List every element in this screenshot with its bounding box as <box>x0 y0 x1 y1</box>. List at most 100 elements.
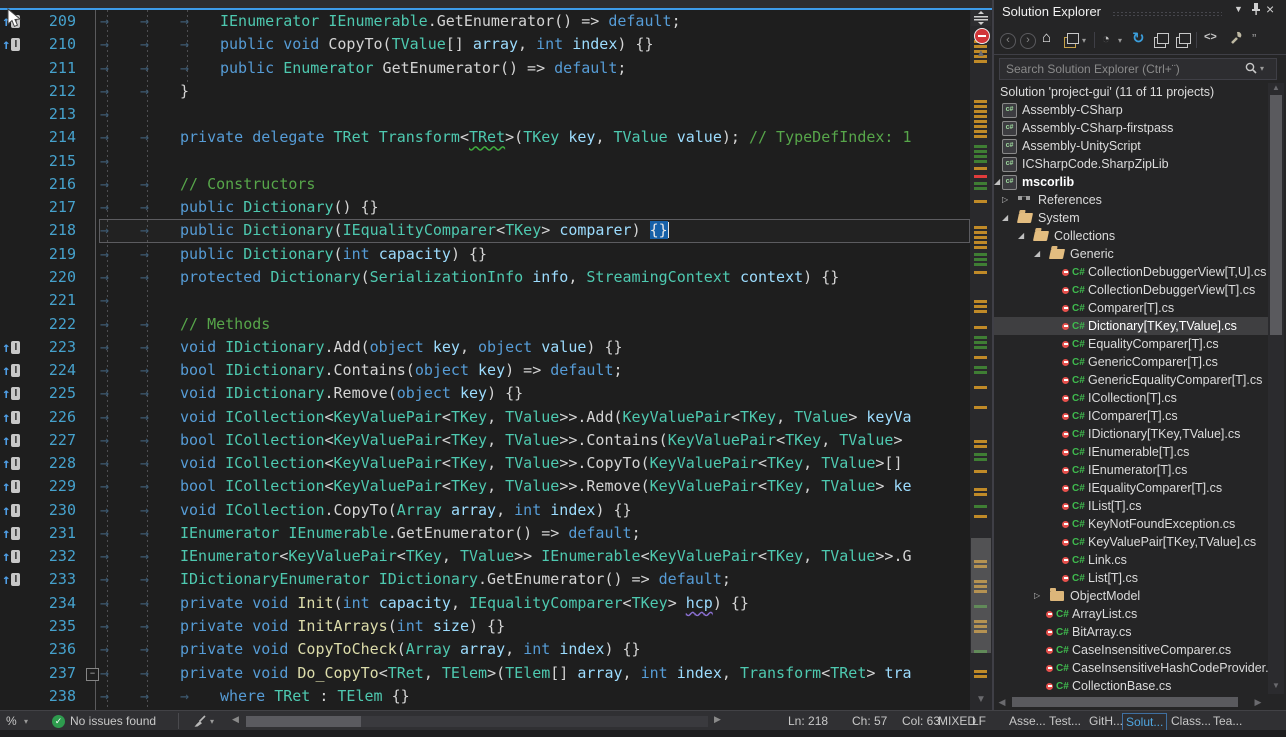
code-line[interactable]: ↑I230→→void ICollection.CopyTo(Array arr… <box>0 499 992 522</box>
expander-open-icon[interactable]: ◢ <box>1034 245 1040 263</box>
tree-item[interactable]: C#CollectionBase.cs <box>994 677 1268 695</box>
tree-item[interactable]: ▷ObjectModel <box>994 587 1268 605</box>
implements-glyph-icon[interactable]: ↑I <box>2 432 20 450</box>
tree-item[interactable]: C#IEnumerator[T].cs <box>994 461 1268 479</box>
switch-views-dropdown-icon[interactable]: ▾ <box>1082 36 1086 45</box>
code-line[interactable]: 211→→→public Enumerator GetEnumerator() … <box>0 57 992 80</box>
code-line[interactable]: 213→ <box>0 103 992 126</box>
code-line[interactable]: ↑I231→→IEnumerator IEnumerable.GetEnumer… <box>0 522 992 545</box>
tree-horizontal-scrollbar[interactable]: ◀ ▶ <box>994 694 1268 710</box>
status-line-ending-mode[interactable]: MIXED <box>938 714 976 728</box>
implements-glyph-icon[interactable]: ↑I <box>2 455 20 473</box>
toolbar-overflow-icon[interactable]: ” <box>1252 31 1256 46</box>
tree-item[interactable]: ◢c#mscorlib <box>994 173 1268 191</box>
tree-item[interactable]: C#EqualityComparer[T].cs <box>994 335 1268 353</box>
tree-item[interactable]: C#IList[T].cs <box>994 497 1268 515</box>
pending-changes-filter-button[interactable]: ◔ <box>1102 31 1110 46</box>
code-line[interactable]: 237→→private void Do_CopyTo<TRet, TElem>… <box>0 662 992 685</box>
tree-item[interactable]: C#ArrayList.cs <box>994 605 1268 623</box>
tool-window-tab[interactable]: Tea... <box>1210 713 1245 729</box>
tree-item[interactable]: C#Dictionary[TKey,TValue].cs <box>994 317 1268 335</box>
filter-dropdown-icon[interactable]: ▾ <box>1118 36 1122 45</box>
search-dropdown-icon[interactable]: ▾ <box>1260 64 1264 73</box>
code-line[interactable]: 222→→// Methods <box>0 313 992 336</box>
tree-item[interactable]: ▷References <box>994 191 1268 209</box>
implements-glyph-icon[interactable]: ↑I <box>2 548 20 566</box>
tree-item[interactable]: C#KeyNotFoundException.cs <box>994 515 1268 533</box>
status-char[interactable]: Ch: 57 <box>852 714 887 728</box>
tool-window-tab[interactable]: Asse... <box>1006 713 1049 729</box>
implements-glyph-icon[interactable]: ↑I <box>2 502 20 520</box>
hscroll-right-arrow-icon[interactable]: ▶ <box>714 714 721 725</box>
scrollbar-thumb[interactable] <box>1012 697 1238 707</box>
preview-selected-items-button[interactable] <box>1176 37 1188 48</box>
code-line[interactable]: 212→→} <box>0 80 992 103</box>
code-line[interactable]: 236→→private void CopyToCheck(Array arra… <box>0 638 992 661</box>
tree-item[interactable]: Solution 'project-gui' (11 of 11 project… <box>994 83 1268 101</box>
tree-item[interactable]: C#IEnumerable[T].cs <box>994 443 1268 461</box>
scroll-left-arrow-icon[interactable]: ◀ <box>996 697 1008 708</box>
properties-wrench-button[interactable] <box>1228 30 1243 48</box>
refresh-button[interactable]: ↻ <box>1132 29 1145 47</box>
code-line[interactable]: ↑I210→→→public void CopyTo(TValue[] arra… <box>0 33 992 56</box>
code-line[interactable]: ↑I209→→→IEnumerator IEnumerable.GetEnume… <box>0 10 992 33</box>
code-line[interactable]: ↑I224→→bool IDictionary.Contains(object … <box>0 359 992 382</box>
scrollbar-thumb[interactable] <box>246 716 361 727</box>
scrollbar-thumb[interactable] <box>971 538 991 653</box>
scrollbar-thumb[interactable] <box>1270 95 1282 335</box>
tree-vertical-scrollbar[interactable]: ▲ ▼ <box>1268 83 1284 694</box>
tree-item[interactable]: C#List[T].cs <box>994 569 1268 587</box>
scroll-up-arrow-icon[interactable]: ▲ <box>970 48 992 59</box>
scroll-down-arrow-icon[interactable]: ▼ <box>970 694 992 705</box>
tree-item[interactable]: C#BitArray.cs <box>994 623 1268 641</box>
pin-icon[interactable] <box>1250 2 1262 19</box>
tree-item[interactable]: c#Assembly-CSharp <box>994 101 1268 119</box>
window-position-dropdown-icon[interactable]: ▼ <box>1234 4 1243 14</box>
editor-vertical-scrollbar[interactable]: ▲ ▼ <box>970 10 992 710</box>
code-cleanup-dropdown-icon[interactable]: ▾ <box>210 717 214 726</box>
tree-item[interactable]: C#GenericEqualityComparer[T].cs <box>994 371 1268 389</box>
code-line[interactable]: 219→→public Dictionary(int capacity) {} <box>0 243 992 266</box>
tool-window-tab[interactable]: GitH... <box>1086 713 1126 729</box>
code-line[interactable]: ↑I223→→void IDictionary.Add(object key, … <box>0 336 992 359</box>
code-line[interactable]: 221→ <box>0 289 992 312</box>
split-window-handle-icon[interactable] <box>971 10 991 26</box>
code-line[interactable]: 238→→→where TRet : TElem {} <box>0 685 992 708</box>
status-column[interactable]: Col: 63 <box>902 714 940 728</box>
expander-open-icon[interactable]: ◢ <box>994 173 1000 191</box>
code-editor[interactable]: ↑I209→→→IEnumerator IEnumerable.GetEnume… <box>0 10 992 710</box>
code-line[interactable]: ↑I233→→IDictionaryEnumerator IDictionary… <box>0 568 992 591</box>
implements-glyph-icon[interactable]: ↑I <box>2 362 20 380</box>
view-code-button[interactable]: <> <box>1204 31 1217 43</box>
search-icon[interactable] <box>1244 61 1258 78</box>
search-input[interactable]: Search Solution Explorer (Ctrl+¨) <box>999 58 1277 80</box>
scroll-right-arrow-icon[interactable]: ▶ <box>1252 697 1264 708</box>
back-button[interactable]: ‹ <box>1000 31 1016 49</box>
tree-item[interactable]: C#CaseInsensitiveHashCodeProvider.cs <box>994 659 1268 677</box>
code-cleanup-broom-icon[interactable] <box>192 714 208 731</box>
expander-open-icon[interactable]: ◢ <box>1018 227 1024 245</box>
scroll-up-arrow-icon[interactable]: ▲ <box>1265 83 1286 92</box>
implements-glyph-icon[interactable]: ↑I <box>2 409 20 427</box>
tree-item[interactable]: c#Assembly-UnityScript <box>994 137 1268 155</box>
tree-item[interactable]: C#IComparer[T].cs <box>994 407 1268 425</box>
tree-item[interactable]: C#Comparer[T].cs <box>994 299 1268 317</box>
document-health-icon[interactable]: ✓ <box>52 715 65 728</box>
home-button[interactable]: ⌂ <box>1042 29 1051 46</box>
tree-item[interactable]: ◢Generic <box>994 245 1268 263</box>
editor-horizontal-scrollbar[interactable] <box>246 716 708 727</box>
code-line[interactable]: ↑I227→→bool ICollection<KeyValuePair<TKe… <box>0 429 992 452</box>
code-line[interactable]: 217→→public Dictionary() {} <box>0 196 992 219</box>
tree-item[interactable]: C#Link.cs <box>994 551 1268 569</box>
tree-item[interactable]: C#KeyValuePair[TKey,TValue].cs <box>994 533 1268 551</box>
collapse-all-button[interactable] <box>1154 37 1166 48</box>
expander-open-icon[interactable]: ◢ <box>1002 209 1008 227</box>
implements-glyph-icon[interactable]: ↑I <box>2 525 20 543</box>
code-line[interactable]: ↑I232→→IEnumerator<KeyValuePair<TKey, TV… <box>0 545 992 568</box>
expander-closed-icon[interactable]: ▷ <box>1034 587 1040 605</box>
tree-item[interactable]: C#GenericComparer[T].cs <box>994 353 1268 371</box>
status-eol[interactable]: LF <box>972 714 986 728</box>
tree-item[interactable]: C#CaseInsensitiveComparer.cs <box>994 641 1268 659</box>
code-line[interactable]: 235→→private void InitArrays(int size) {… <box>0 615 992 638</box>
zoom-dropdown-icon[interactable]: ▾ <box>24 717 28 726</box>
